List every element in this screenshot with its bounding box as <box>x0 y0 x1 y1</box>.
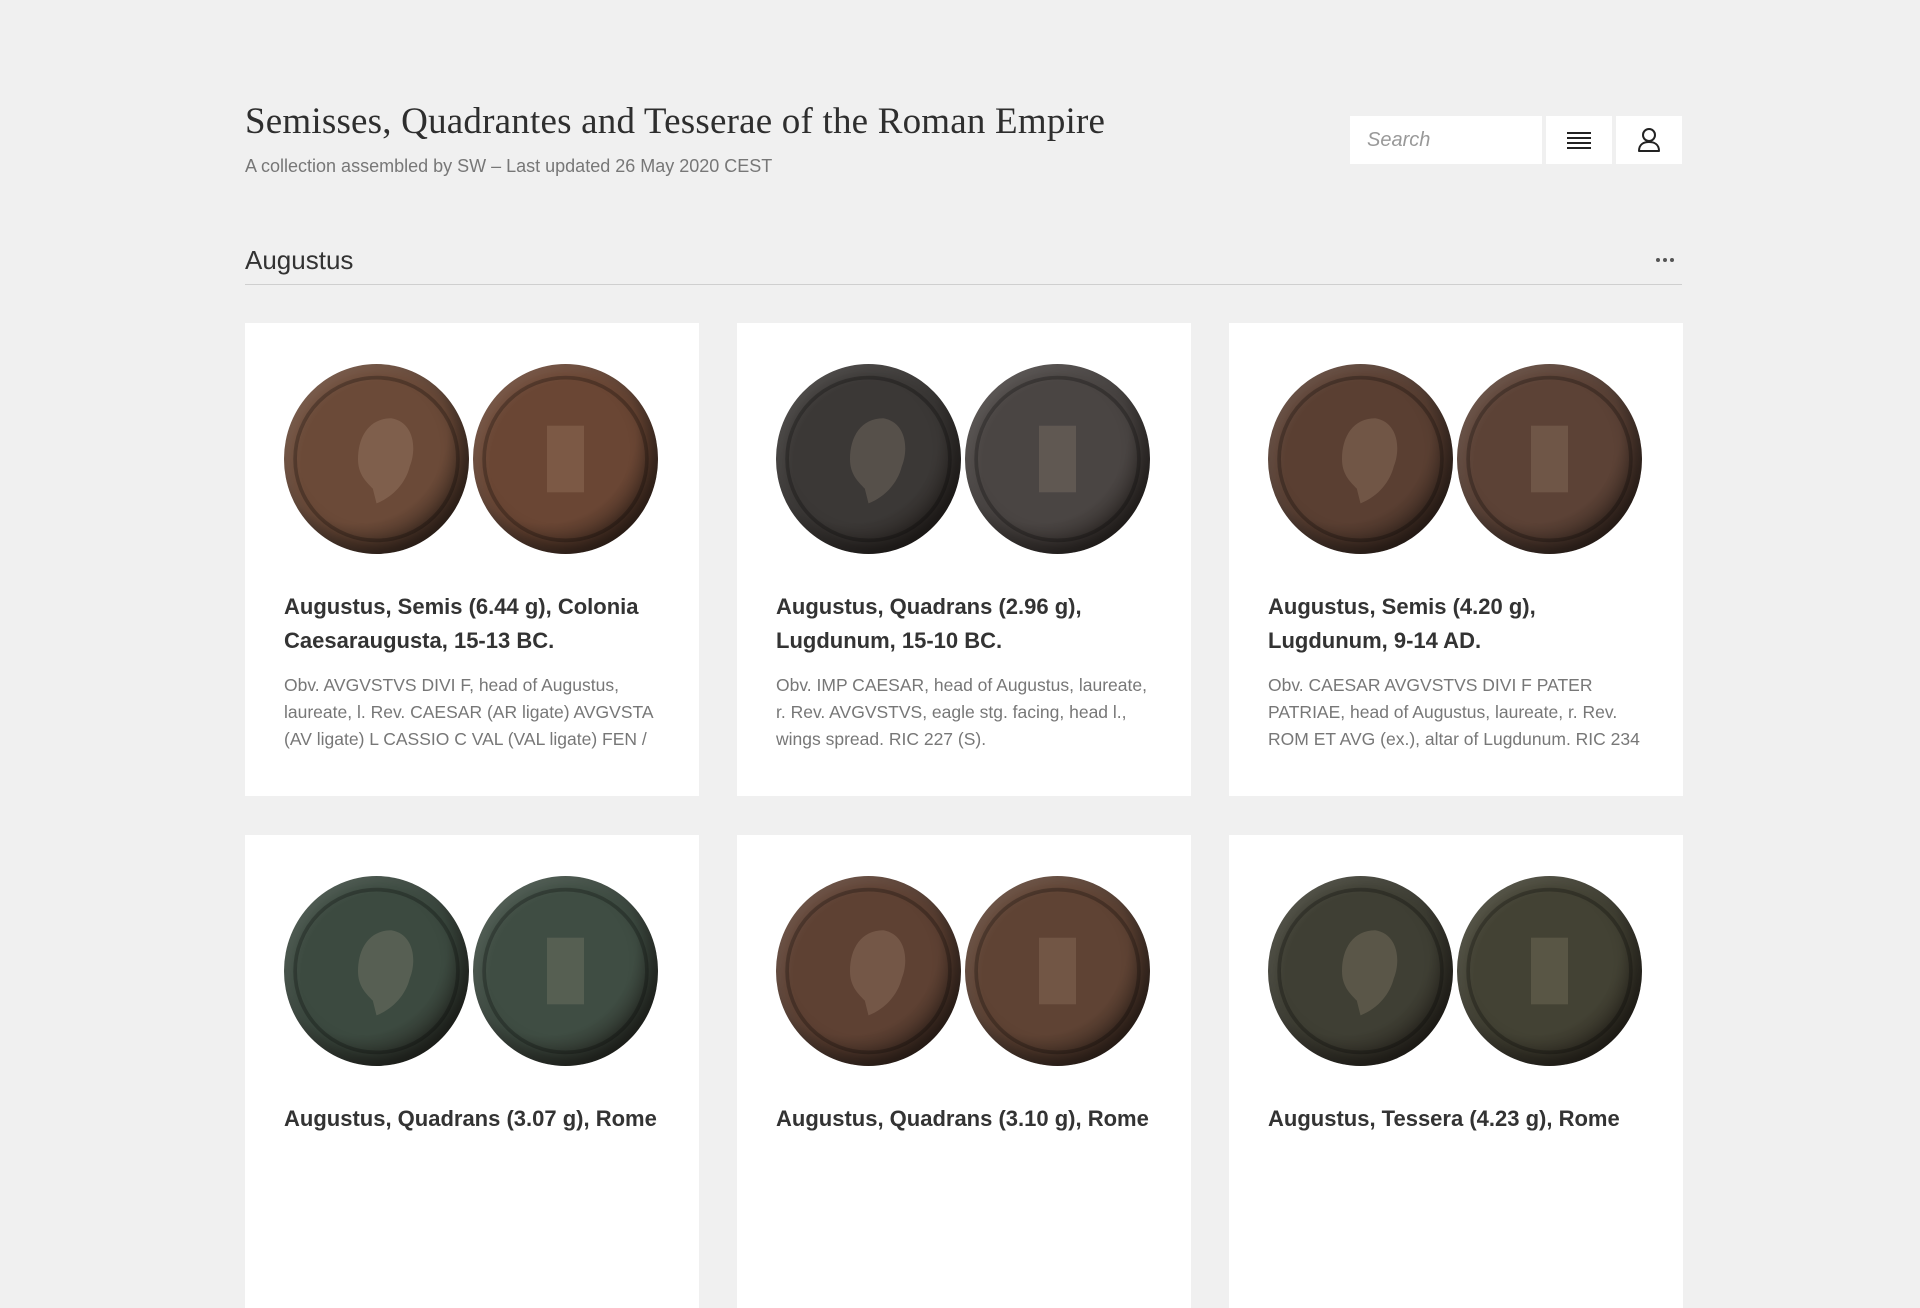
coin-images <box>1268 873 1645 1069</box>
coin-card[interactable]: Augustus, Tessera (4.23 g), Rome <box>1229 835 1683 1308</box>
coin-card[interactable]: Augustus, Quadrans (3.07 g), Rome <box>245 835 699 1308</box>
coin-title[interactable]: Augustus, Quadrans (3.10 g), Rome <box>776 1102 1153 1136</box>
coin-obverse-image <box>776 876 961 1066</box>
section-header: Augustus <box>245 200 1682 285</box>
coin-title[interactable]: Augustus, Quadrans (2.96 g), Lugdunum, 1… <box>776 590 1153 658</box>
coin-obverse-image <box>1268 876 1453 1066</box>
menu-icon <box>1567 132 1591 149</box>
coin-card[interactable]: Augustus, Quadrans (3.10 g), Rome <box>737 835 1191 1308</box>
coin-title[interactable]: Augustus, Semis (6.44 g), Colonia Caesar… <box>284 590 661 658</box>
section-more-button[interactable] <box>1652 253 1678 267</box>
menu-button[interactable] <box>1546 116 1612 164</box>
coin-card[interactable]: Augustus, Semis (4.20 g), Lugdunum, 9-14… <box>1229 323 1683 796</box>
site-subtitle: A collection assembled by SW – Last upda… <box>245 156 773 176</box>
coin-reverse-image <box>473 876 658 1066</box>
page: Semisses, Quadrantes and Tesserae of the… <box>245 0 1683 1308</box>
coin-images <box>776 361 1153 557</box>
user-button[interactable] <box>1616 116 1682 164</box>
search-input[interactable] <box>1350 116 1542 164</box>
coin-obverse-image <box>776 364 961 554</box>
coin-title[interactable]: Augustus, Tessera (4.23 g), Rome <box>1268 1102 1645 1136</box>
coin-card[interactable]: Augustus, Semis (6.44 g), Colonia Caesar… <box>245 323 699 796</box>
user-icon <box>1638 128 1660 152</box>
coin-title[interactable]: Augustus, Semis (4.20 g), Lugdunum, 9-14… <box>1268 590 1645 658</box>
coin-obverse-image <box>284 364 469 554</box>
coin-reverse-image <box>1457 876 1642 1066</box>
coin-reverse-image <box>965 364 1150 554</box>
coin-obverse-image <box>284 876 469 1066</box>
site-header: Semisses, Quadrantes and Tesserae of the… <box>245 0 1682 200</box>
coin-card[interactable]: Augustus, Quadrans (2.96 g), Lugdunum, 1… <box>737 323 1191 796</box>
coin-images <box>284 873 661 1069</box>
coin-images <box>1268 361 1645 557</box>
section-title: Augustus <box>245 245 354 275</box>
coin-obverse-image <box>1268 364 1453 554</box>
more-horizontal-icon <box>1656 258 1674 262</box>
toolbar <box>1350 116 1682 164</box>
coin-images <box>776 873 1153 1069</box>
coin-reverse-image <box>965 876 1150 1066</box>
coin-description: Obv. IMP CAESAR, head of Augustus, laure… <box>776 675 1147 749</box>
site-title[interactable]: Semisses, Quadrantes and Tesserae of the… <box>245 100 1105 143</box>
coin-reverse-image <box>473 364 658 554</box>
coin-description: Obv. CAESAR AVGVSTVS DIVI F PATER PATRIA… <box>1268 675 1640 749</box>
coin-grid: Augustus, Semis (6.44 g), Colonia Caesar… <box>245 323 1683 1308</box>
coin-description: Obv. AVGVSTVS DIVI F, head of Augustus, … <box>284 675 653 749</box>
coin-title[interactable]: Augustus, Quadrans (3.07 g), Rome <box>284 1102 661 1136</box>
coin-reverse-image <box>1457 364 1642 554</box>
coin-images <box>284 361 661 557</box>
